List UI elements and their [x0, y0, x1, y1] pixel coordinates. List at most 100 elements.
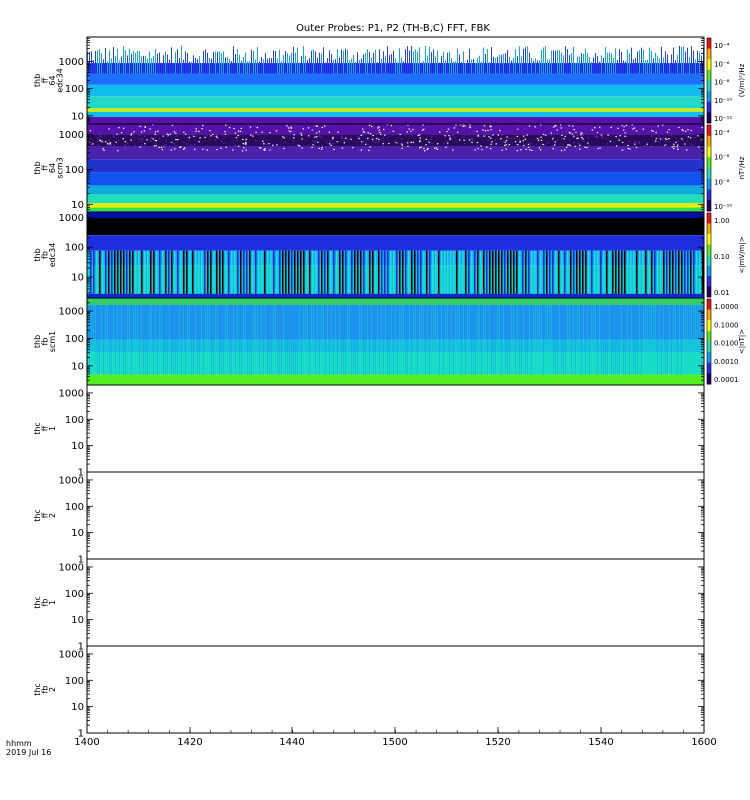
spectrogram-speckle	[315, 132, 318, 134]
spectrogram-spike	[233, 46, 234, 74]
spectrogram-speckle	[119, 129, 122, 131]
spectrogram-stripe	[319, 304, 320, 375]
spectrogram-stripe	[96, 250, 98, 294]
panel-label-line: scm3	[56, 157, 65, 178]
spectrogram-speckle	[186, 143, 188, 145]
spectrogram-spike	[457, 48, 458, 74]
spectrogram-speckle	[161, 147, 164, 149]
spectrogram-speckle	[662, 137, 664, 139]
spectrogram-speckle	[140, 138, 142, 140]
spectrogram-speckle	[127, 143, 129, 145]
spectrogram-speckle	[149, 128, 151, 130]
spectrogram-stripe	[603, 250, 605, 294]
spectrogram-band	[87, 111, 704, 118]
spectrogram-stripe	[375, 304, 376, 375]
spectrogram-spike	[455, 61, 456, 74]
spectrogram-speckle	[318, 135, 321, 137]
spectrogram-speckle	[659, 138, 662, 140]
spectrogram-stripe	[445, 304, 446, 375]
spectrogram-stripe	[516, 250, 518, 294]
spectrogram-spike	[129, 48, 130, 74]
spectrogram-spike	[637, 51, 638, 74]
spectrogram-stripe	[627, 304, 628, 375]
y-tick-label: 1000	[59, 562, 84, 573]
spectrogram-spike	[505, 53, 506, 74]
spectrogram-stripe	[117, 250, 119, 294]
spectrogram-speckle	[535, 127, 538, 129]
spectrogram-speckle	[615, 129, 617, 131]
spectrogram-spike	[293, 46, 294, 74]
spectrogram-speckle	[650, 146, 653, 148]
spectrogram-speckle	[447, 144, 449, 146]
spectrogram-speckle	[481, 150, 484, 152]
spectrogram-speckle	[201, 124, 204, 127]
spectrogram-stripe	[499, 304, 500, 375]
spectrogram-speckle	[171, 124, 174, 127]
spectrogram-speckle	[364, 149, 367, 151]
spectrogram-speckle	[255, 140, 257, 142]
spectrogram-stripe	[545, 304, 546, 375]
spectrogram-speckle	[228, 126, 231, 129]
spectrogram-speckle	[392, 130, 395, 132]
spectrogram-stripe	[93, 250, 95, 294]
spectrogram-speckle	[130, 134, 132, 136]
spectrogram-stripe	[267, 250, 269, 294]
spectrogram-speckle	[369, 133, 372, 135]
spectrogram-speckle	[619, 135, 621, 137]
spectrogram-speckle	[378, 138, 380, 140]
spectrogram-spike	[573, 46, 574, 74]
spectrogram-stripe	[247, 304, 248, 375]
spectrogram-speckle	[503, 127, 505, 129]
spectrogram-stripe	[203, 304, 204, 375]
spectrogram-stripe	[355, 304, 356, 375]
spectrogram-speckle	[506, 136, 508, 138]
spectrogram-spike	[235, 54, 236, 74]
spectrogram-spike	[253, 50, 254, 74]
spectrogram-speckle	[375, 139, 377, 141]
spectrogram-speckle	[662, 124, 664, 126]
spectrogram-speckle	[582, 133, 584, 135]
spectrogram-stripe	[509, 304, 510, 375]
spectrogram-speckle	[518, 138, 521, 141]
spectrogram-stripe	[558, 250, 560, 294]
spectrogram-speckle	[357, 135, 360, 138]
spectrogram-spike	[285, 50, 286, 74]
spectrogram-spike	[161, 62, 162, 74]
spectrogram-speckle	[571, 133, 573, 135]
spectrogram-speckle	[439, 127, 441, 129]
spectrogram-stripe	[501, 250, 503, 294]
spectrogram-spike	[589, 56, 590, 74]
spectrogram-stripe	[498, 250, 500, 294]
spectrogram-speckle	[370, 125, 373, 128]
x-tick-label: 1500	[382, 737, 407, 748]
spectrogram-speckle	[169, 133, 172, 135]
spectrogram-stripe	[465, 250, 467, 294]
spectrogram-speckle	[502, 141, 504, 143]
spectrogram-speckle	[343, 139, 346, 141]
spectrogram-speckle	[476, 141, 479, 144]
spectrogram-speckle	[499, 129, 501, 132]
spectrogram-speckle	[417, 134, 419, 137]
spectrogram-stripe	[510, 250, 512, 294]
spectrogram-speckle	[617, 132, 620, 134]
colorbar-segment	[707, 168, 711, 180]
spectrogram-stripe	[283, 304, 284, 375]
spectrogram-speckle	[178, 130, 180, 133]
spectrogram-speckle	[654, 133, 656, 135]
spectrogram-speckle	[419, 147, 421, 149]
spectrogram-spike	[647, 59, 648, 74]
x-tick-label: 1400	[74, 737, 99, 748]
spectrogram-speckle	[412, 128, 414, 131]
colorbar-segment	[707, 101, 711, 113]
spectrogram-stripe	[395, 304, 396, 375]
spectrogram-speckle	[505, 140, 508, 142]
spectrogram-speckle	[358, 130, 360, 132]
spectrogram-stripe	[475, 304, 476, 375]
spectrogram-stripe	[495, 250, 497, 294]
colorbar-tick-label: 0.0100	[714, 340, 739, 348]
colorbar-segment	[707, 112, 711, 124]
colorbar-tick-label: 0.1000	[714, 321, 739, 329]
spectrogram-stripe	[270, 250, 272, 294]
spectrogram-stripe	[579, 304, 580, 375]
spectrogram-speckle	[489, 125, 491, 127]
